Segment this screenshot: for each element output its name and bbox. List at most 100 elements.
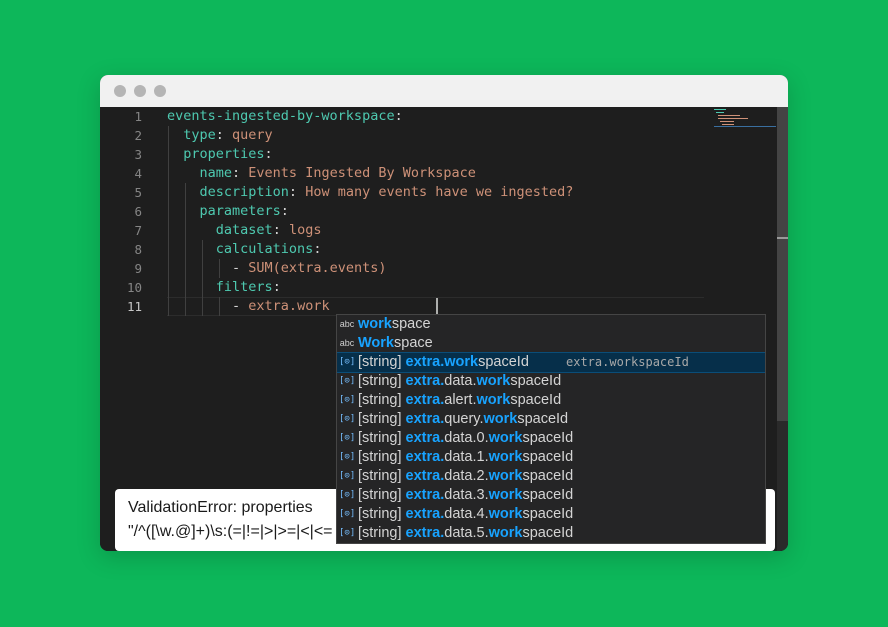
suggestion-text: spaceId — [522, 487, 574, 503]
code-token: calculations — [215, 241, 314, 257]
code-line[interactable]: properties: — [167, 145, 273, 164]
suggestion-item[interactable]: abc workspace — [337, 315, 765, 334]
suggestion-match: extra. — [405, 392, 445, 408]
suggestion-label: [string] extra.workspaceId — [358, 353, 529, 372]
variable-icon: [⊙] — [339, 376, 356, 386]
suggestion-item[interactable]: [⊙] [string] extra.data.1.workspaceId — [337, 448, 765, 467]
suggestion-item[interactable]: [⊙] [string] extra.alert.workspaceId — [337, 391, 765, 410]
suggestion-text: spaceId — [522, 468, 574, 484]
variable-icon: [⊙] — [339, 509, 356, 519]
code-token: : — [272, 279, 281, 295]
line-number-gutter: 1 2 3 4 5 6 7 8 9 10 11 — [100, 107, 158, 551]
minimize-window-dot[interactable] — [134, 85, 146, 97]
suggestion-match: work — [488, 430, 523, 446]
suggestion-item[interactable]: [⊙] [string] extra.workspaceId extra.works… — [337, 352, 765, 373]
window-titlebar — [100, 75, 788, 107]
maximize-window-dot[interactable] — [154, 85, 166, 97]
suggestion-label: [string] extra.alert.workspaceId — [358, 391, 561, 410]
suggestion-text: data.1. — [444, 449, 489, 465]
word-icon: abc — [339, 338, 355, 348]
suggestion-item[interactable]: abc Workspace — [337, 334, 765, 353]
suggestion-match: work — [444, 354, 479, 370]
code-line[interactable]: parameters: — [167, 202, 289, 221]
code-token: Events Ingested By Workspace — [248, 165, 476, 181]
code-line[interactable]: events-ingested-by-workspace: — [167, 107, 403, 126]
suggestion-match: extra. — [405, 487, 445, 503]
suggestion-item[interactable]: [⊙] [string] extra.data.5.workspaceId — [337, 524, 765, 543]
suggestion-text: spaceId — [478, 354, 529, 370]
suggestion-type: [string] — [358, 430, 406, 446]
suggestion-match: work — [358, 316, 392, 332]
code-token: properties — [183, 146, 265, 162]
code-token: name — [199, 165, 233, 181]
line-number: 6 — [134, 204, 142, 219]
suggestion-item[interactable]: [⊙] [string] extra.query.workspaceId — [337, 410, 765, 429]
suggestion-item[interactable]: [⊙] [string] extra.data.3.workspaceId — [337, 486, 765, 505]
code-token: : — [280, 203, 289, 219]
variable-icon: [⊙] — [339, 471, 356, 481]
suggestion-label: [string] extra.data.2.workspaceId — [358, 467, 573, 486]
suggestion-item[interactable]: [⊙] [string] extra.data.workspaceId — [337, 372, 765, 391]
suggestion-match: work — [488, 468, 523, 484]
vertical-scrollbar[interactable] — [777, 107, 788, 551]
code-token: : — [232, 165, 249, 181]
code-token: dataset — [215, 222, 273, 238]
suggestion-match: extra. — [405, 411, 445, 427]
suggestion-item[interactable]: [⊙] [string] extra.data.4.workspaceId — [337, 505, 765, 524]
suggestion-match: work — [488, 487, 523, 503]
suggestion-match: work — [488, 525, 523, 541]
suggestion-match: work — [483, 411, 518, 427]
code-token: : — [264, 146, 273, 162]
code-token: filters — [215, 279, 273, 295]
suggestion-item[interactable]: [⊙] [string] extra.data.2.workspaceId — [337, 467, 765, 486]
suggestion-match: extra. — [405, 449, 445, 465]
suggestion-match: extra. — [405, 525, 445, 541]
variable-icon: [⊙] — [339, 395, 356, 405]
suggestion-text: query. — [444, 411, 484, 427]
code-line[interactable]: dataset: logs — [167, 221, 322, 240]
suggestion-detail: extra.workspaceId — [566, 355, 689, 369]
code-line[interactable]: - extra.work — [167, 297, 330, 316]
line-number: 5 — [134, 185, 142, 200]
code-token: : — [288, 184, 306, 200]
line-number: 10 — [126, 280, 142, 295]
code-line[interactable]: filters: — [167, 278, 281, 297]
code-token: type — [183, 127, 216, 143]
suggestion-text: data.3. — [444, 487, 489, 503]
suggestion-match: work — [476, 392, 511, 408]
code-line[interactable]: type: query — [167, 126, 272, 145]
code-line[interactable]: description: How many events have we ing… — [167, 183, 574, 202]
suggestion-text: spaceId — [522, 449, 574, 465]
suggestion-label: workspace — [358, 315, 431, 334]
suggestion-text: space — [391, 316, 431, 332]
suggestion-match: extra. — [405, 354, 445, 370]
scrollbar-thumb[interactable] — [777, 107, 788, 421]
autocomplete-suggestions[interactable]: abc workspace abc Workspace [⊙] [string] extr… — [336, 314, 766, 544]
minimap[interactable] — [712, 107, 778, 137]
suggestion-item[interactable]: [⊙] [string] extra.data.0.workspaceId — [337, 429, 765, 448]
close-window-dot[interactable] — [114, 85, 126, 97]
code-token: : — [313, 241, 322, 257]
code-token: : — [215, 127, 233, 143]
suggestion-type: [string] — [358, 411, 406, 427]
code-line[interactable]: calculations: — [167, 240, 322, 259]
suggestion-label: [string] extra.data.4.workspaceId — [358, 505, 573, 524]
error-message-line-2: "/^([\w.@]+)\s:(=|!=|>|>=|<|<= — [128, 523, 333, 540]
suggestion-label: [string] extra.data.workspaceId — [358, 372, 561, 391]
code-token: : — [272, 222, 289, 238]
code-line[interactable]: - SUM(extra.events) — [167, 259, 386, 278]
code-line[interactable]: name: Events Ingested By Workspace — [167, 164, 476, 183]
code-token: parameters — [199, 203, 281, 219]
suggestion-text: data. — [444, 373, 477, 389]
suggestion-label: [string] extra.data.3.workspaceId — [358, 486, 573, 505]
suggestion-type: [string] — [358, 487, 406, 503]
